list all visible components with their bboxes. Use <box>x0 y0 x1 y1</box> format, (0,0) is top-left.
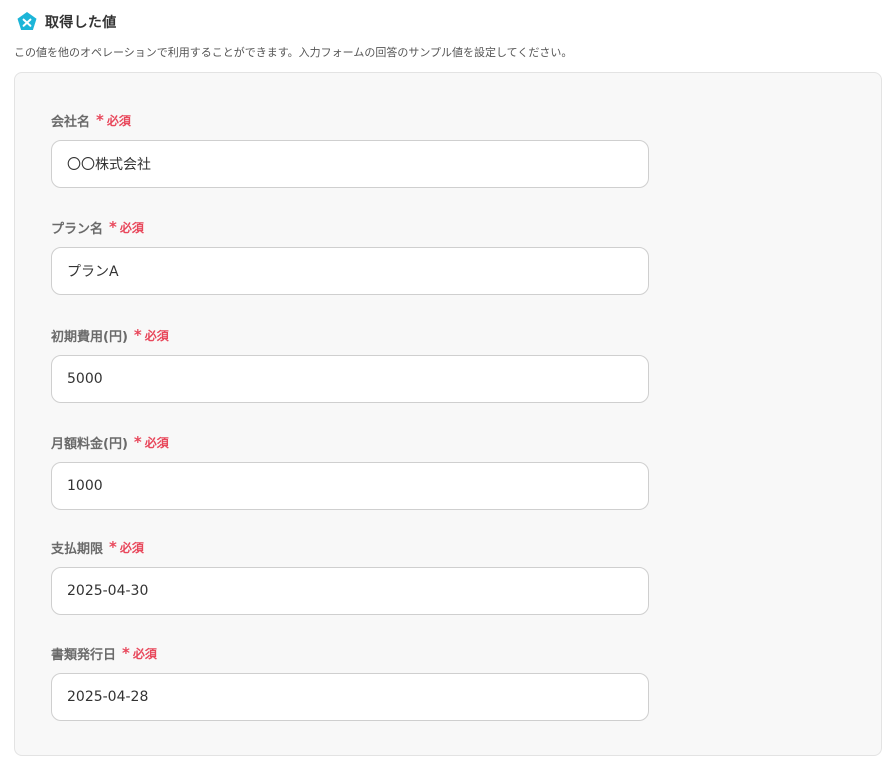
field-label-text: 会社名 <box>51 114 91 130</box>
required-label: 必須 <box>144 435 169 450</box>
required-label: 必須 <box>119 540 144 555</box>
field-label: 月額料金(円) * 必須 <box>51 432 651 452</box>
field-label-text: 初期費用(円) <box>51 329 128 345</box>
payment-deadline-input[interactable] <box>51 567 649 615</box>
section-title: 取得した値 <box>45 15 117 31</box>
required-label: 必須 <box>144 328 169 343</box>
field-payment-deadline: 支払期限 * 必須 <box>51 537 651 615</box>
field-label: 会社名 * 必須 <box>51 110 651 130</box>
required-asterisk: * <box>96 110 104 129</box>
required-asterisk: * <box>122 643 130 662</box>
required-asterisk: * <box>109 537 117 556</box>
field-label-text: 書類発行日 <box>51 647 117 663</box>
field-plan-name: プラン名 * 必須 <box>51 217 651 295</box>
monthly-fee-input[interactable] <box>51 462 649 510</box>
field-issue-date: 書類発行日 * 必須 <box>51 643 651 721</box>
required-asterisk: * <box>133 432 142 451</box>
field-label-text: 支払期限 <box>51 541 104 557</box>
issue-date-input[interactable] <box>51 673 649 721</box>
field-label-text: プラン名 <box>51 221 104 237</box>
plan-name-input[interactable] <box>51 247 649 295</box>
required-label: 必須 <box>132 646 157 661</box>
required-asterisk: * <box>133 325 142 344</box>
field-monthly-fee: 月額料金(円) * 必須 <box>51 432 651 510</box>
required-label: 必須 <box>106 113 131 128</box>
sample-values-panel: 会社名 * 必須 プラン名 * 必須 初期費用(円) * 必須 月額料金(円) … <box>14 72 882 756</box>
section-header: 取得した値 <box>16 10 117 34</box>
field-initial-fee: 初期費用(円) * 必須 <box>51 325 651 403</box>
section-description: この値を他のオペレーションで利用することができます。入力フォームの回答のサンプル… <box>14 46 573 59</box>
field-label: プラン名 * 必須 <box>51 217 651 237</box>
company-name-input[interactable] <box>51 140 649 188</box>
initial-fee-input[interactable] <box>51 355 649 403</box>
app-badge-icon <box>17 12 37 30</box>
field-label: 初期費用(円) * 必須 <box>51 325 651 345</box>
field-label-text: 月額料金(円) <box>51 436 128 452</box>
field-label: 支払期限 * 必須 <box>51 537 651 557</box>
field-company-name: 会社名 * 必須 <box>51 110 651 188</box>
required-label: 必須 <box>119 220 144 235</box>
field-label: 書類発行日 * 必須 <box>51 643 651 663</box>
required-asterisk: * <box>109 217 117 236</box>
